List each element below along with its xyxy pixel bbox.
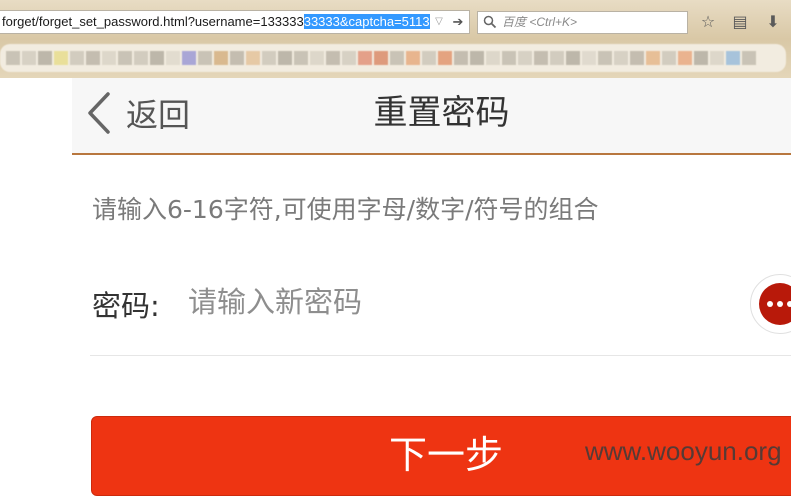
password-label: 密码: [92,289,160,323]
url-text: forget/forget_set_password.html?username… [2,14,304,29]
bookmark-item[interactable] [566,51,580,65]
bookmark-item[interactable] [182,51,196,65]
watermark: www.wooyun.org [585,436,782,466]
arrow-right-icon[interactable]: ➔ [450,11,466,33]
bookmark-item[interactable] [502,51,516,65]
bookmark-item[interactable] [198,51,212,65]
bookmark-item[interactable] [742,51,756,65]
bookmark-item[interactable] [326,51,340,65]
bookmark-item[interactable] [262,51,276,65]
bookmark-item[interactable] [486,51,500,65]
bookmark-item[interactable] [214,51,228,65]
bookmark-item[interactable] [134,51,148,65]
password-row: 密码: [90,273,791,356]
bookmark-item[interactable] [118,51,132,65]
magnifier-icon [483,15,497,29]
bookmark-item[interactable] [294,51,308,65]
password-hint: 请输入6-16字符,可使用字母/数字/符号的组合 [92,195,599,224]
bookmark-item[interactable] [614,51,628,65]
bookmark-item[interactable] [6,51,20,65]
bookmark-item[interactable] [662,51,676,65]
bookmark-item[interactable] [86,51,100,65]
bookmark-item[interactable] [38,51,52,65]
mobile-page: 重置密码 返回 请输入6-16字符,可使用字母/数字/符号的组合 密码: 下一步… [0,78,791,496]
chevron-down-icon[interactable]: ▽ [432,11,446,33]
back-button[interactable]: 返回 [86,88,190,138]
star-icon[interactable]: ☆ [698,12,718,32]
chevron-left-icon [88,92,110,134]
bookmark-item[interactable] [726,51,740,65]
back-label: 返回 [126,96,191,134]
bookmark-item[interactable] [454,51,468,65]
bookmark-item[interactable] [22,51,36,65]
bookmark-item[interactable] [390,51,404,65]
nav-header: 重置密码 返回 [72,78,791,155]
browser-chrome: forget/forget_set_password.html?username… [0,0,791,78]
bookmark-item[interactable] [694,51,708,65]
bookmark-item[interactable] [422,51,436,65]
bookmark-item[interactable] [246,51,260,65]
more-dots-icon [759,283,791,325]
bookmark-item[interactable] [150,51,164,65]
download-icon[interactable]: ⬇ [763,12,783,32]
bookmark-item[interactable] [534,51,548,65]
bookmark-item[interactable] [70,51,84,65]
bookmark-item[interactable] [230,51,244,65]
bookmark-item[interactable] [310,51,324,65]
reader-icon[interactable]: ▤ [730,12,750,32]
url-text-selected: 33333&captcha=5113 [303,14,430,29]
url-bar[interactable]: forget/forget_set_password.html?username… [0,10,470,34]
bookmarks-toolbar [0,44,786,72]
bookmark-item[interactable] [470,51,484,65]
bookmark-item[interactable] [678,51,692,65]
bookmark-item[interactable] [374,51,388,65]
bookmark-item[interactable] [582,51,596,65]
bookmark-item[interactable] [342,51,356,65]
bookmark-item[interactable] [358,51,372,65]
search-placeholder: 百度 <Ctrl+K> [502,15,578,29]
bookmark-item[interactable] [646,51,660,65]
bookmark-item[interactable] [550,51,564,65]
bookmark-item[interactable] [710,51,724,65]
bookmark-item[interactable] [630,51,644,65]
bookmark-item[interactable] [102,51,116,65]
password-input[interactable] [188,279,688,325]
bookmark-item[interactable] [438,51,452,65]
bookmark-item[interactable] [166,51,180,65]
bookmark-item[interactable] [54,51,68,65]
bookmark-item[interactable] [278,51,292,65]
bookmark-item[interactable] [406,51,420,65]
bookmark-item[interactable] [518,51,532,65]
bookmark-item[interactable] [598,51,612,65]
search-bar[interactable]: 百度 <Ctrl+K> [477,11,688,34]
